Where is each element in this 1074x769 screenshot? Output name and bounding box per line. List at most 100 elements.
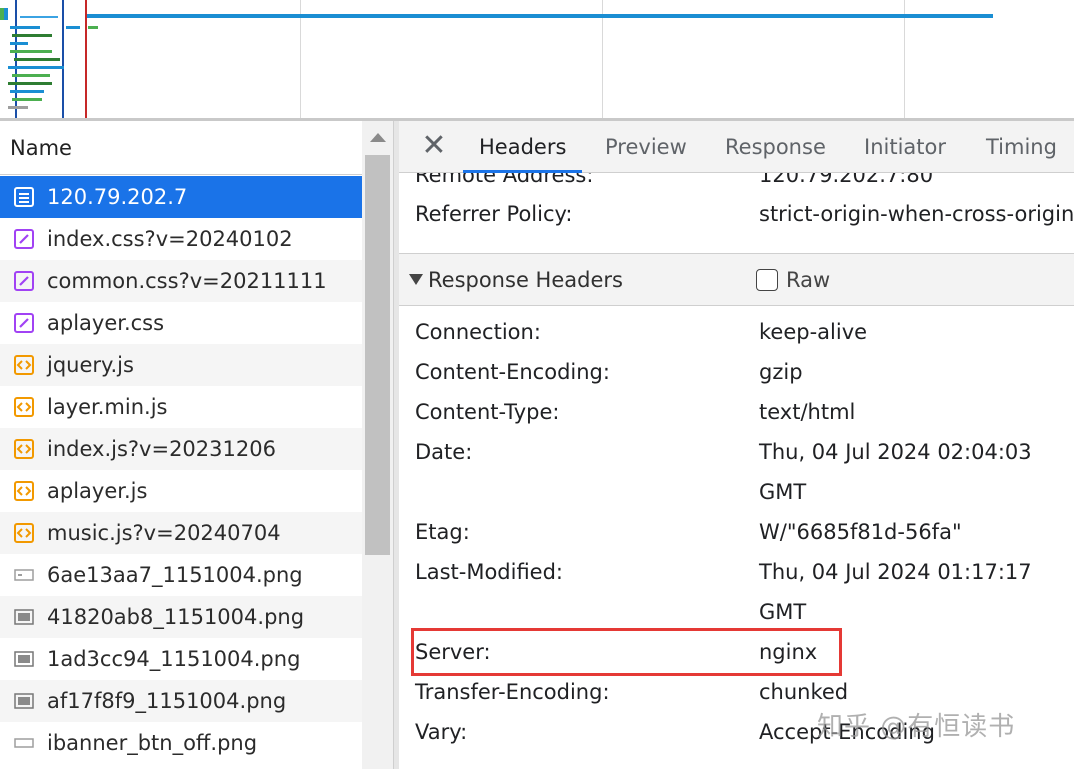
- header-name: Vary:: [415, 720, 468, 744]
- response-headers-section-header[interactable]: Response Headers Raw: [399, 254, 1074, 306]
- request-name: layer.min.js: [47, 395, 168, 419]
- request-name: ibanner_btn_off.png: [47, 731, 258, 755]
- request-row[interactable]: 120.79.202.7: [0, 176, 362, 218]
- request-name: common.css?v=20211111: [47, 269, 327, 293]
- overview-bar: [10, 26, 40, 29]
- request-row[interactable]: layer.min.js: [0, 386, 362, 428]
- tab-preview[interactable]: Preview: [605, 121, 687, 173]
- header-value: keep-alive: [759, 320, 868, 344]
- request-row[interactable]: 1ad3cc94_1151004.png: [0, 638, 362, 680]
- script-icon: [12, 395, 36, 419]
- overview-bar: [20, 16, 58, 18]
- scrollbar-thumb[interactable]: [365, 155, 390, 555]
- overview-long-request-bar: [86, 14, 993, 18]
- header-name: Referrer Policy:: [415, 202, 573, 226]
- header-name: Transfer-Encoding:: [415, 680, 610, 704]
- script-icon: [12, 437, 36, 461]
- request-name: 1ad3cc94_1151004.png: [47, 647, 301, 671]
- request-list: Name 120.79.202.7 index.css?v=20240102 c…: [0, 121, 393, 769]
- document-icon: [12, 185, 36, 209]
- request-name: 41820ab8_1151004.png: [47, 605, 305, 629]
- response-header-row: Etag: W/"6685f81d-56fa": [415, 512, 1065, 552]
- image-icon: [12, 647, 36, 671]
- request-row[interactable]: 6ae13aa7_1151004.png: [0, 554, 362, 596]
- request-row[interactable]: music.js?v=20240704: [0, 512, 362, 554]
- tab-response[interactable]: Response: [725, 121, 826, 173]
- stylesheet-icon: [12, 227, 36, 251]
- header-name: Content-Type:: [415, 400, 560, 424]
- tab-initiator[interactable]: Initiator: [864, 121, 946, 173]
- request-row[interactable]: af17f8f9_1151004.png: [0, 680, 362, 722]
- request-details-panel: ✕ Headers Preview Response Initiator Tim…: [399, 121, 1074, 769]
- script-icon: [12, 353, 36, 377]
- request-row[interactable]: index.js?v=20231206: [0, 428, 362, 470]
- stylesheet-icon: [12, 311, 36, 335]
- header-value: 120.79.202.7:80: [759, 173, 934, 187]
- header-name: Content-Encoding:: [415, 360, 610, 384]
- request-name: index.css?v=20240102: [47, 227, 293, 251]
- request-row[interactable]: ibanner_btn_off.png: [0, 722, 362, 764]
- overview-load-marker: [85, 0, 87, 118]
- overview-bar: [10, 90, 44, 93]
- request-name: jquery.js: [47, 353, 134, 377]
- response-header-row: Date: Thu, 04 Jul 2024 02:04:03 GMT: [415, 432, 1065, 512]
- request-row[interactable]: jquery.js: [0, 344, 362, 386]
- header-name: Date:: [415, 440, 473, 464]
- tab-headers[interactable]: Headers: [462, 121, 583, 173]
- overview-bar: [8, 82, 52, 85]
- request-name: music.js?v=20240704: [47, 521, 281, 545]
- request-name: 6ae13aa7_1151004.png: [47, 563, 303, 587]
- watermark: 知乎 @有恒读书: [817, 712, 1016, 742]
- header-value: Thu, 04 Jul 2024 02:04:03: [759, 440, 1032, 464]
- header-name: Last-Modified:: [415, 560, 564, 584]
- overview-bar: [0, 8, 4, 20]
- overview-bar: [8, 66, 64, 69]
- header-value: strict-origin-when-cross-origin: [759, 202, 1074, 226]
- overview-bar: [10, 42, 28, 45]
- response-header-row: Content-Type: text/html: [415, 392, 1065, 432]
- expand-triangle-icon[interactable]: [409, 274, 423, 285]
- request-name: af17f8f9_1151004.png: [47, 689, 287, 713]
- request-row[interactable]: 41820ab8_1151004.png: [0, 596, 362, 638]
- request-name: aplayer.js: [47, 479, 148, 503]
- overview-bar: [10, 50, 52, 53]
- header-value: text/html: [759, 400, 856, 424]
- tab-timing[interactable]: Timing: [986, 121, 1057, 173]
- image-icon: [12, 731, 36, 755]
- script-icon: [12, 479, 36, 503]
- response-header-row: Last-Modified: Thu, 04 Jul 2024 01:17:17…: [415, 552, 1065, 632]
- header-value-continued: GMT: [759, 600, 807, 624]
- network-overview[interactable]: [0, 0, 1074, 118]
- image-icon: [12, 605, 36, 629]
- overview-bar: [14, 58, 60, 61]
- request-row[interactable]: common.css?v=20211111: [0, 260, 362, 302]
- request-row[interactable]: index.css?v=20240102: [0, 218, 362, 260]
- response-header-row: Content-Encoding: gzip: [415, 352, 1065, 392]
- header-value-continued: GMT: [759, 480, 807, 504]
- general-row: Remote Address: 120.79.202.7:80: [415, 173, 1065, 195]
- header-name: Remote Address:: [415, 173, 594, 187]
- image-icon: [12, 563, 36, 587]
- server-header-highlight: [411, 628, 842, 676]
- request-row[interactable]: aplayer.css: [0, 302, 362, 344]
- overview-bar: [12, 34, 52, 37]
- response-header-row: Connection: keep-alive: [415, 312, 1065, 352]
- header-value: W/"6685f81d-56fa": [759, 520, 962, 544]
- overview-bar: [12, 98, 42, 101]
- name-column-header[interactable]: Name: [0, 121, 362, 175]
- header-name: Etag:: [415, 520, 470, 544]
- scroll-up-arrow-icon[interactable]: [370, 133, 386, 142]
- request-row[interactable]: aplayer.js: [0, 470, 362, 512]
- stylesheet-icon: [12, 269, 36, 293]
- header-value: Thu, 04 Jul 2024 01:17:17: [759, 560, 1032, 584]
- overview-bar: [88, 26, 98, 29]
- request-list-scrollbar[interactable]: [362, 121, 393, 769]
- details-tabbar: ✕ Headers Preview Response Initiator Tim…: [399, 121, 1074, 173]
- close-icon[interactable]: ✕: [419, 131, 449, 161]
- request-name: 120.79.202.7: [47, 185, 188, 209]
- overview-bar: [66, 26, 80, 29]
- section-title: Response Headers: [428, 268, 623, 292]
- raw-label[interactable]: Raw: [786, 254, 830, 306]
- raw-checkbox[interactable]: [756, 269, 778, 291]
- request-name: aplayer.css: [47, 311, 165, 335]
